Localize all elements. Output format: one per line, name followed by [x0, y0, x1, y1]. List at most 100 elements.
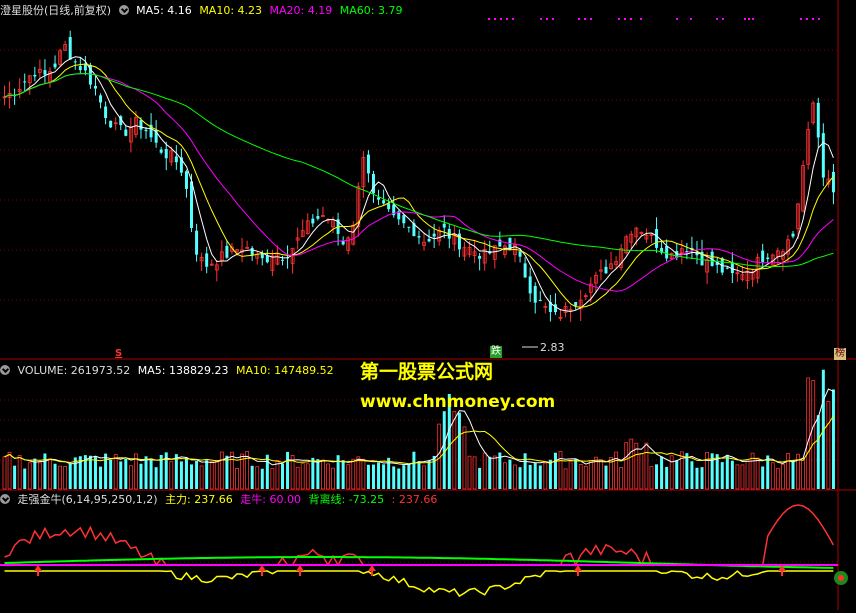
volume-bar — [402, 465, 406, 489]
volume-bar — [23, 468, 27, 489]
volume-bar — [655, 464, 659, 489]
volume-bar — [33, 458, 37, 489]
volume-bar — [755, 457, 760, 490]
ma10-label: MA10: 4.23 — [199, 4, 263, 17]
volume-bar — [735, 464, 740, 490]
candle-body — [184, 171, 188, 189]
volume-bar — [472, 456, 477, 490]
volume-bar — [781, 463, 785, 490]
volume-bar — [508, 459, 512, 489]
candle-body — [205, 253, 209, 267]
ma20-label: MA20: 4.19 — [269, 4, 333, 17]
volume-bar — [786, 453, 790, 490]
volume-bar — [300, 462, 305, 490]
volume-bar — [13, 465, 17, 489]
volume-bar — [154, 467, 158, 489]
volume-bar — [482, 452, 487, 490]
candle-body — [655, 229, 659, 248]
volume-bar — [99, 466, 103, 489]
volume-bar — [801, 458, 806, 490]
signal-dot — [744, 18, 746, 20]
signal-dot — [630, 18, 632, 20]
candle-body — [316, 216, 320, 219]
volume-bar — [427, 460, 431, 489]
volume-bar — [806, 377, 811, 490]
candle-body — [533, 286, 537, 303]
volume-bar — [442, 411, 446, 489]
chart-stage: 澄星股份(日线,前复权) MA5: 4.16 MA10: 4.23 MA20: … — [0, 0, 856, 610]
candle-body — [225, 245, 229, 258]
volume-bar — [209, 461, 214, 490]
volume-bar — [417, 461, 421, 489]
ma20-line — [4, 72, 834, 292]
volume-bar — [43, 453, 47, 489]
candle-body — [250, 247, 254, 256]
signal-dot — [624, 18, 626, 20]
volume-bar — [634, 442, 639, 490]
volume-bar — [255, 466, 260, 490]
candle-body — [99, 95, 103, 103]
candle-body — [382, 200, 386, 204]
candle-body — [831, 171, 835, 193]
signal-dot — [578, 18, 580, 20]
volume-bar — [7, 451, 12, 490]
signal-dot — [618, 18, 620, 20]
volume-bar — [63, 466, 68, 490]
volume-bar — [392, 466, 396, 489]
volume-bar — [53, 463, 57, 489]
volume-bar — [119, 461, 123, 489]
volume-bar — [58, 465, 62, 490]
volume-bar — [523, 453, 527, 489]
settings-dot-icon[interactable] — [118, 5, 129, 15]
candle-body — [195, 230, 199, 255]
signal-dot — [640, 18, 642, 20]
zouniu-label: 走牛: 60.00 — [240, 493, 301, 506]
candle-body — [427, 238, 431, 242]
signal-dot — [506, 18, 508, 20]
volume-bar — [816, 415, 820, 489]
volume-bar — [382, 464, 386, 489]
candle-body — [766, 257, 770, 260]
volume-bar — [770, 462, 775, 490]
candle-body — [523, 263, 527, 278]
volume-bar — [502, 462, 507, 490]
volume-bar — [214, 460, 219, 490]
stock-chart — [0, 0, 856, 610]
volume-bar — [588, 460, 593, 490]
zhuli-label: 主力: 237.66 — [165, 493, 233, 506]
volume-ma10-label: MA10: 147489.52 — [235, 364, 334, 377]
candle-body — [417, 236, 421, 238]
volume-bar — [578, 464, 583, 490]
ma5-label: MA5: 4.16 — [136, 4, 192, 17]
candle-body — [791, 233, 795, 237]
volume-bar — [720, 462, 724, 489]
volume-bar — [644, 442, 649, 490]
signal-dot — [546, 18, 548, 20]
volume-bar — [528, 464, 532, 489]
volume-bar — [316, 459, 320, 489]
volume-bar — [826, 401, 831, 490]
volume-bar — [513, 464, 517, 490]
volume-bar — [791, 460, 795, 489]
candle-body — [366, 154, 370, 174]
candle-body — [124, 129, 128, 136]
volume-bar — [498, 452, 502, 489]
signal-dot — [552, 18, 554, 20]
die-tag: 跌 — [490, 346, 502, 358]
volume-bar — [331, 467, 335, 490]
volume-bar — [422, 465, 426, 490]
candle-body — [43, 70, 47, 75]
volume-bar — [675, 460, 679, 489]
volume-bar — [412, 451, 416, 489]
volume-bar — [558, 451, 563, 490]
volume-bar — [139, 463, 143, 489]
candle-body — [281, 259, 284, 261]
volume-bar — [128, 465, 133, 490]
volume-bar — [371, 464, 375, 489]
volume-bar — [740, 464, 745, 490]
volume-bar — [462, 426, 467, 490]
indicator-settings-dot-icon[interactable] — [0, 494, 10, 504]
candle-body — [73, 61, 77, 63]
volume-bar — [265, 454, 269, 489]
volume-settings-dot-icon[interactable] — [0, 365, 10, 375]
